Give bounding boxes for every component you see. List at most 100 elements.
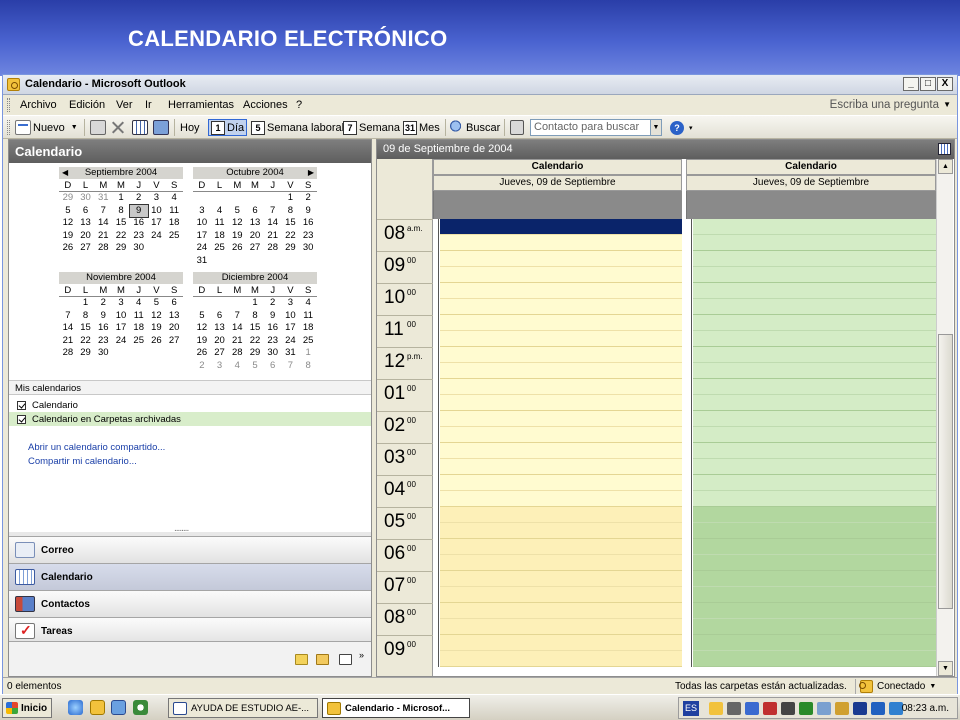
day-cell[interactable]: 29 [246, 347, 264, 360]
day-cell[interactable]: 2 [299, 192, 317, 205]
day-cell[interactable]: 4 [228, 360, 246, 373]
day-cell[interactable]: 11 [130, 310, 148, 323]
configure-buttons-icon[interactable]: » [359, 650, 364, 660]
day-cell[interactable]: 16 [94, 322, 112, 335]
time-slot[interactable] [440, 475, 682, 491]
day-cell[interactable]: 23 [299, 230, 317, 243]
day-cell[interactable]: 14 [228, 322, 246, 335]
time-slot[interactable] [693, 603, 936, 619]
time-slot[interactable] [440, 539, 682, 555]
day-cell[interactable]: 1 [282, 192, 300, 205]
day-cell[interactable]: 21 [228, 335, 246, 348]
time-slot[interactable] [440, 235, 682, 251]
day-view-button[interactable]: 1 Día [208, 119, 248, 136]
day-cell[interactable]: 3 [282, 297, 300, 310]
time-slot[interactable] [440, 507, 682, 523]
time-slot[interactable] [440, 587, 682, 603]
day-cell[interactable]: 30 [130, 242, 148, 255]
time-slot[interactable] [693, 219, 936, 235]
day-cell[interactable]: 3 [193, 205, 211, 218]
day-cell[interactable]: 20 [246, 230, 264, 243]
time-slot[interactable] [693, 427, 936, 443]
day-cell[interactable]: 1 [77, 297, 95, 310]
day-cell[interactable]: 4 [130, 297, 148, 310]
menu-grip[interactable] [7, 98, 10, 112]
day-cell[interactable]: 14 [94, 217, 112, 230]
day-cell[interactable]: 30 [299, 242, 317, 255]
time-slot[interactable] [440, 283, 682, 299]
scroll-thumb[interactable] [938, 334, 953, 609]
day-cell[interactable]: 10 [282, 310, 300, 323]
day-cell[interactable]: 25 [211, 242, 229, 255]
time-slot[interactable] [440, 443, 682, 459]
month-view-button[interactable]: 31 Mes [403, 119, 440, 136]
day-cell[interactable]: 1 [246, 297, 264, 310]
time-slot[interactable] [693, 443, 936, 459]
day-cell[interactable]: 9 [94, 310, 112, 323]
time-slot[interactable] [693, 523, 936, 539]
day-cell[interactable]: 11 [165, 205, 183, 218]
time-slot[interactable] [440, 555, 682, 571]
time-slot[interactable] [440, 651, 682, 667]
go-to-today-grid-button[interactable] [132, 119, 148, 136]
day-cell[interactable]: 27 [77, 242, 95, 255]
tray-outlook-icon[interactable] [709, 702, 723, 715]
day-cell[interactable]: 2 [193, 360, 211, 373]
day-cell[interactable]: 18 [165, 217, 183, 230]
day-cell[interactable]: 6 [264, 360, 282, 373]
menu-acciones[interactable]: Acciones [243, 99, 288, 111]
time-slot[interactable] [693, 619, 936, 635]
time-slot[interactable] [440, 459, 682, 475]
day-cell[interactable]: 28 [228, 347, 246, 360]
address-book-small-button[interactable] [510, 119, 524, 136]
print-button[interactable] [90, 119, 106, 136]
day-cell[interactable]: 2 [264, 297, 282, 310]
time-slot[interactable] [693, 571, 936, 587]
tray-messenger-icon[interactable] [817, 702, 831, 715]
minimize-button[interactable]: _ [903, 77, 919, 91]
day-cell[interactable]: 2 [130, 192, 148, 205]
day-cell[interactable]: 6 [77, 205, 95, 218]
day-cell[interactable]: 20 [165, 322, 183, 335]
delete-button[interactable] [111, 119, 125, 136]
time-slot[interactable] [693, 299, 936, 315]
day-cell[interactable]: 29 [59, 192, 77, 205]
scroll-down-icon[interactable]: ▼ [938, 661, 953, 676]
day-cell[interactable]: 19 [59, 230, 77, 243]
day-cell[interactable]: 26 [148, 335, 166, 348]
time-slot[interactable] [693, 539, 936, 555]
day-cell[interactable]: 15 [246, 322, 264, 335]
day-cell[interactable]: 1 [299, 347, 317, 360]
day-cell[interactable]: 26 [193, 347, 211, 360]
time-slot[interactable] [693, 347, 936, 363]
folder-list-icon[interactable] [316, 654, 329, 665]
calendar-checkbox-row[interactable]: Calendario [9, 398, 371, 412]
time-slot[interactable] [693, 635, 936, 651]
time-slot[interactable] [440, 523, 682, 539]
day-cell[interactable]: 23 [94, 335, 112, 348]
day-cell[interactable]: 18 [130, 322, 148, 335]
all-day-event-area[interactable] [686, 191, 936, 219]
time-slot[interactable] [440, 395, 682, 411]
day-cell[interactable]: 30 [264, 347, 282, 360]
day-cell[interactable]: 19 [148, 322, 166, 335]
taskbar-item-outlook[interactable]: Calendario - Microsof... [322, 698, 470, 718]
day-cell[interactable]: 8 [77, 310, 95, 323]
workweek-view-button[interactable]: 5 Semana laboral [251, 119, 344, 136]
time-slot[interactable] [693, 283, 936, 299]
day-cell[interactable]: 20 [77, 230, 95, 243]
ask-question-dropdown-icon[interactable]: ▼ [943, 100, 951, 109]
scroll-up-icon[interactable]: ▲ [938, 159, 953, 174]
day-cell[interactable]: 29 [77, 347, 95, 360]
tray-shield-icon[interactable] [871, 702, 885, 715]
time-slot[interactable] [440, 315, 682, 331]
time-slot[interactable] [440, 251, 682, 267]
day-cell[interactable]: 15 [112, 217, 130, 230]
media-player-icon[interactable] [133, 700, 148, 715]
toolbar-options-icon[interactable]: ▾ [689, 119, 693, 136]
day-cell[interactable]: 10 [193, 217, 211, 230]
open-shared-calendar-link[interactable]: Abrir un calendario compartido... [28, 442, 165, 453]
vertical-scrollbar[interactable]: ▲ ▼ [936, 159, 953, 676]
day-cell[interactable]: 5 [59, 205, 77, 218]
day-cell[interactable]: 12 [59, 217, 77, 230]
